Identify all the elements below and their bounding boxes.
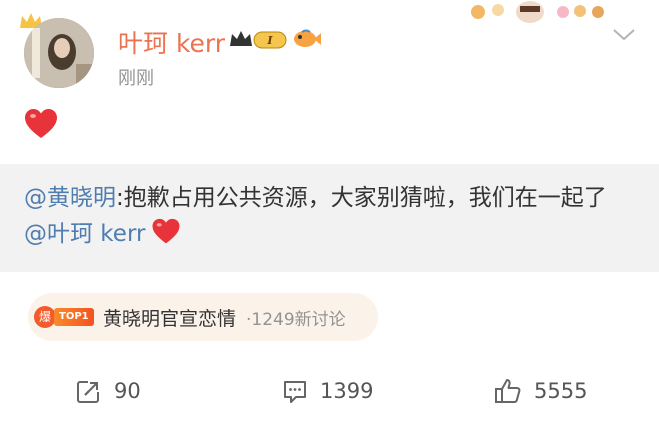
repost-button[interactable]: 90 xyxy=(76,375,141,407)
comment-count: 1399 xyxy=(320,379,374,403)
heart-icon xyxy=(25,109,57,138)
level-badge-text: I xyxy=(266,34,273,47)
burst-icon: 爆 xyxy=(34,306,56,328)
chevron-down-icon[interactable] xyxy=(612,28,636,42)
repost-count: 90 xyxy=(114,379,141,403)
post-timestamp: 刚刚 xyxy=(118,68,154,89)
hot-topic-title: 黄晓明官宣恋情 xyxy=(103,308,237,330)
header-sticker-decoration xyxy=(471,1,604,23)
like-button[interactable]: 5555 xyxy=(494,375,587,407)
mention-tag-link[interactable]: @叶珂 kerr xyxy=(24,221,145,247)
heart-icon xyxy=(152,218,180,244)
weibo-post-card: 叶珂 kerr I 刚刚 @黄晓明:抱歉占用公共资源，大家别猜啦，我们在一起了 … xyxy=(0,0,659,425)
mention-author-link[interactable]: @黄晓明 xyxy=(24,185,116,211)
quoted-post-text: @黄晓明:抱歉占用公共资源，大家别猜啦，我们在一起了 @叶珂 kerr xyxy=(24,180,636,252)
comment-button[interactable]: 1399 xyxy=(282,375,373,407)
author-name[interactable]: 叶珂 kerr xyxy=(118,24,225,60)
comment-icon xyxy=(284,381,306,403)
hot-topic-discussion-count: ·1249新讨论 xyxy=(246,310,346,330)
quoted-body-text: :抱歉占用公共资源，大家别猜啦，我们在一起了 xyxy=(116,185,607,211)
avatar-container[interactable] xyxy=(18,10,98,90)
quoted-post-block[interactable]: @黄晓明:抱歉占用公共资源，大家别猜啦，我们在一起了 @叶珂 kerr xyxy=(0,164,659,272)
like-icon xyxy=(495,379,521,403)
hot-topic-pill[interactable]: 爆 TOP1 黄晓明官宣恋情 ·1249新讨论 xyxy=(28,293,378,341)
repost-icon xyxy=(77,378,102,403)
fish-badge-icon[interactable] xyxy=(292,28,322,50)
like-count: 5555 xyxy=(534,379,588,403)
avatar[interactable] xyxy=(24,18,94,88)
rank-badge: TOP1 xyxy=(54,308,94,326)
vip-crown-badge-icon[interactable]: I xyxy=(228,28,288,52)
